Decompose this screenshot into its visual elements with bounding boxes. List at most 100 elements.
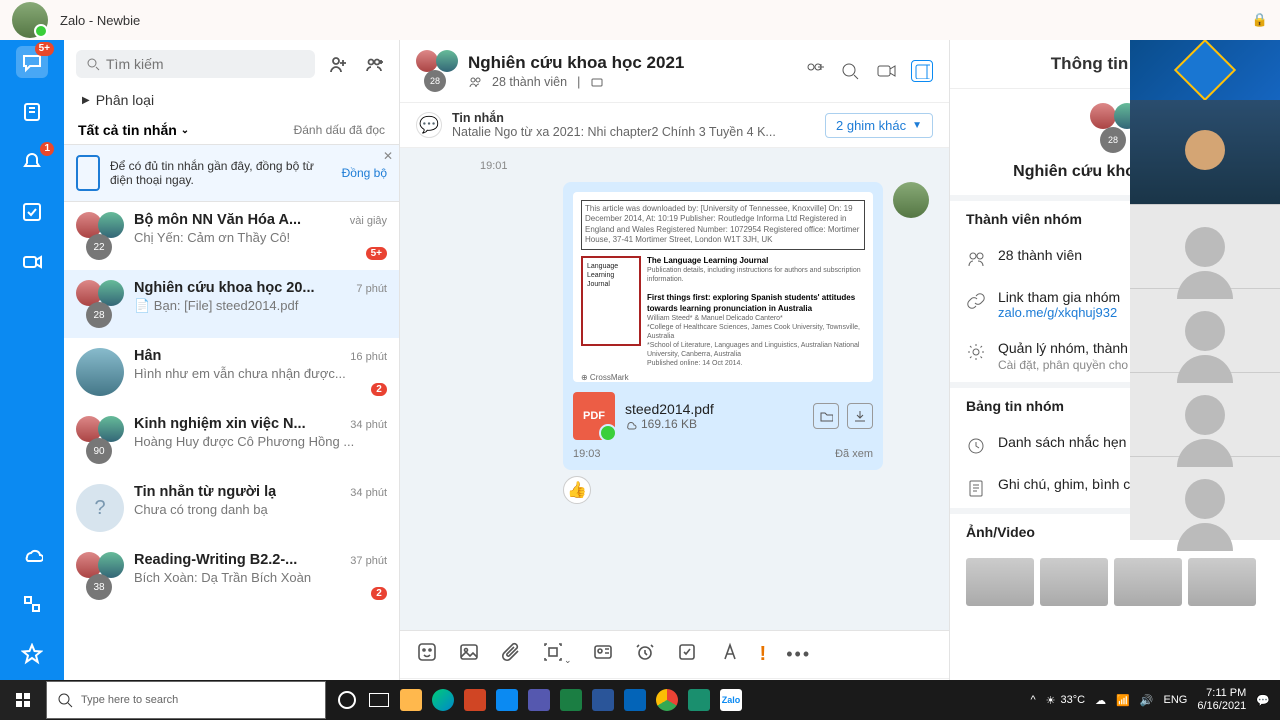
start-button[interactable]: [0, 680, 46, 720]
app-excel[interactable]: [556, 680, 586, 720]
lock-icon[interactable]: 🔒: [1252, 12, 1268, 28]
media-thumb[interactable]: [1040, 558, 1108, 606]
conversation-item[interactable]: 38Reading-Writing B2.2-...37 phútBích Xo…: [64, 542, 399, 610]
nav-notifications[interactable]: 1: [16, 146, 48, 178]
close-sync-icon[interactable]: ✕: [383, 149, 393, 163]
file-message[interactable]: This article was downloaded by: [Univers…: [563, 182, 883, 470]
app-explorer[interactable]: [396, 680, 426, 720]
app-zalo2[interactable]: Zalo: [716, 680, 746, 720]
nav-tools[interactable]: [16, 588, 48, 620]
conversation-item[interactable]: 90Kinh nghiệm xin việc N...34 phútHoàng …: [64, 406, 399, 474]
add-friend-button[interactable]: [325, 51, 351, 77]
app-powerpoint[interactable]: [460, 680, 490, 720]
sender-avatar[interactable]: [893, 182, 929, 218]
wifi-icon[interactable]: 📶: [1116, 694, 1130, 707]
volume-icon[interactable]: 🔊: [1140, 694, 1154, 707]
language-indicator[interactable]: ENG: [1164, 694, 1188, 706]
nav-star[interactable]: [16, 638, 48, 670]
settings-icon: [966, 342, 986, 362]
search-input[interactable]: [106, 56, 305, 72]
cortana-icon[interactable]: [332, 680, 362, 720]
sync-link[interactable]: Đồng bộ: [342, 166, 387, 180]
convo-name: Kinh nghiệm xin việc N...: [134, 416, 306, 432]
taskview-icon[interactable]: [364, 680, 394, 720]
conversation-item[interactable]: Hân16 phútHình như em vẫn chưa nhận được…: [64, 338, 399, 406]
contact-card-button[interactable]: [592, 641, 614, 668]
media-thumb[interactable]: [1188, 558, 1256, 606]
tray-chevron-icon[interactable]: ^: [1030, 694, 1035, 706]
open-folder-button[interactable]: [813, 403, 839, 429]
app-onedrive[interactable]: [620, 680, 650, 720]
clock[interactable]: 7:11 PM 6/16/2021: [1197, 687, 1246, 713]
pin-icon: 💬: [416, 112, 442, 138]
category-toggle[interactable]: ▶Phân loại: [64, 88, 399, 116]
unread-badge: 2: [371, 383, 387, 396]
video-participant[interactable]: [1130, 204, 1280, 288]
weather-widget[interactable]: ☀33°C: [1046, 694, 1085, 707]
attach-button[interactable]: [500, 641, 522, 668]
taskbar-search[interactable]: Type here to search: [46, 681, 326, 719]
tag-icon[interactable]: [590, 75, 604, 89]
main-video-feed[interactable]: [1130, 100, 1280, 204]
convo-time: 34 phút: [350, 419, 387, 431]
seen-status: Đã xem: [835, 448, 873, 460]
nav-cloud[interactable]: [16, 538, 48, 570]
convo-preview: Hoàng Huy được Cô Phương Hồng ...: [134, 434, 387, 449]
pinned-bar[interactable]: 💬 Tin nhắn Natalie Ngo từ xa 2021: Nhi c…: [400, 103, 949, 148]
nav-video[interactable]: [16, 246, 48, 278]
group-avatar[interactable]: 28: [416, 50, 458, 92]
app-teams[interactable]: [524, 680, 554, 720]
search-chat-icon[interactable]: [839, 60, 861, 82]
app-chrome[interactable]: [652, 680, 682, 720]
media-thumb[interactable]: [966, 558, 1034, 606]
react-button[interactable]: 👍: [563, 476, 591, 504]
capture-icon: [542, 641, 564, 663]
message-area: 19:01 This article was downloaded by: [U…: [400, 148, 949, 630]
image-button[interactable]: [458, 641, 480, 668]
video-participant[interactable]: [1130, 372, 1280, 456]
create-group-button[interactable]: [361, 51, 387, 77]
sticker-button[interactable]: [416, 641, 438, 668]
app-zalo[interactable]: [492, 680, 522, 720]
conversation-item[interactable]: ?Tin nhắn từ người lạ34 phútChưa có tron…: [64, 474, 399, 542]
contacts-icon: [21, 101, 43, 123]
nav-contacts[interactable]: [16, 96, 48, 128]
nav-chat[interactable]: 5+: [16, 46, 48, 78]
media-thumb[interactable]: [1114, 558, 1182, 606]
more-button[interactable]: •••: [786, 644, 811, 665]
unread-badge: 2: [371, 587, 387, 600]
add-members-icon[interactable]: [803, 60, 825, 82]
convo-preview: 📄 Bạn: [File] steed2014.pdf: [134, 298, 387, 314]
format-button[interactable]: [718, 641, 740, 668]
conversation-item[interactable]: 22Bộ môn NN Văn Hóa A...vài giâyChị Yến:…: [64, 202, 399, 270]
group-add-icon: [364, 54, 384, 74]
link-icon: [966, 291, 986, 311]
all-messages-tab[interactable]: Tất cả tin nhắn ⌄: [78, 122, 189, 138]
app-word[interactable]: [588, 680, 618, 720]
video-participant[interactable]: [1130, 288, 1280, 372]
user-avatar[interactable]: [12, 2, 48, 38]
convo-time: 37 phút: [350, 555, 387, 567]
app-snip[interactable]: [684, 680, 714, 720]
bell-badge: 1: [40, 142, 54, 156]
mark-read-button[interactable]: Đánh dấu đã đọc: [294, 123, 385, 137]
notifications-tray-icon[interactable]: 💬: [1256, 694, 1270, 707]
reminder-button[interactable]: [634, 641, 656, 668]
members-count[interactable]: 28 thành viên: [492, 75, 567, 89]
unread-badge: 5+: [366, 247, 387, 260]
nav-todo[interactable]: [16, 196, 48, 228]
download-button[interactable]: [847, 403, 873, 429]
toggle-info-panel-icon[interactable]: [911, 60, 933, 82]
chat-panel: 28 Nghiên cứu khoa học 2021 28 thành viê…: [400, 40, 950, 720]
priority-button[interactable]: !: [760, 643, 767, 666]
avatar: 22: [76, 212, 124, 260]
conversation-item[interactable]: 28Nghiên cứu khoa học 20...7 phút📄 Bạn: …: [64, 270, 399, 338]
search-box[interactable]: [76, 50, 315, 78]
video-participant[interactable]: [1130, 456, 1280, 540]
app-edge[interactable]: [428, 680, 458, 720]
more-pins-button[interactable]: 2 ghim khác ▼: [825, 113, 933, 138]
video-call-icon[interactable]: [875, 60, 897, 82]
screenshot-button[interactable]: ⌄: [542, 641, 572, 668]
cloud-tray-icon[interactable]: ☁: [1095, 694, 1106, 707]
task-button[interactable]: [676, 641, 698, 668]
